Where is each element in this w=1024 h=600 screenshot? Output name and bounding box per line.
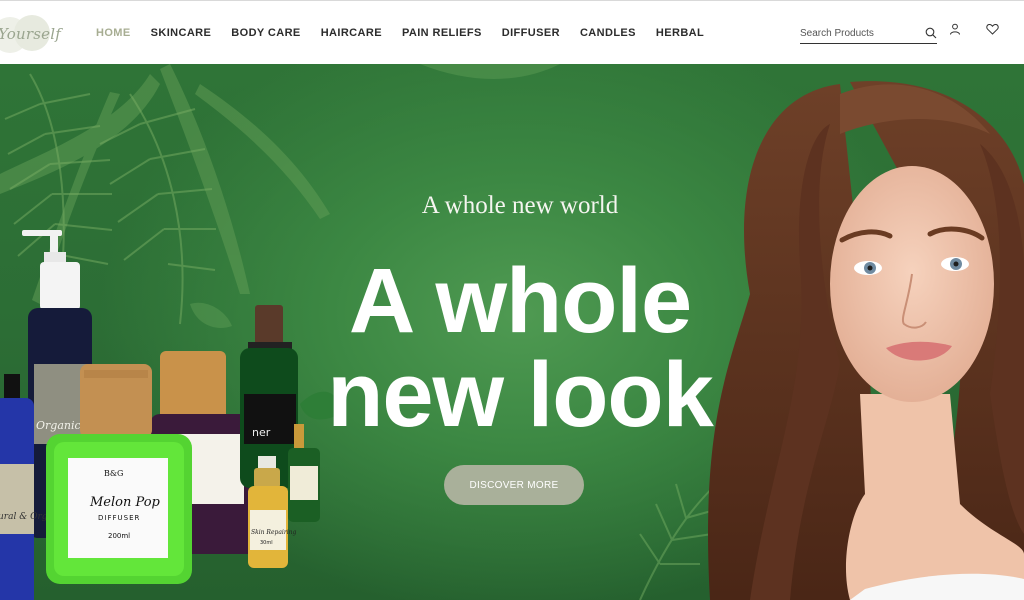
hero-title-line-1: A whole: [348, 250, 692, 352]
nav-item-body-care[interactable]: BODY CARE: [231, 27, 300, 39]
heart-icon[interactable]: [986, 23, 999, 35]
nav-item-diffuser[interactable]: DIFFUSER: [502, 27, 560, 39]
diffuser-sub: DIFFUSER: [98, 514, 140, 522]
nav-item-herbal[interactable]: HERBAL: [656, 27, 704, 39]
model-portrait: [708, 81, 1024, 600]
nav-item-skincare[interactable]: SKINCARE: [151, 27, 212, 39]
serum-label: Skin Repairing: [251, 529, 296, 536]
hero-subtitle: A whole new world: [421, 192, 619, 219]
search-input[interactable]: [800, 25, 918, 41]
logo-text: Yourself: [0, 25, 61, 43]
product-display: Organic S ural & Organ ner B&G Melon Pop…: [0, 230, 340, 600]
blue-bottle: [0, 374, 34, 600]
main-nav: HOME SKINCARE BODY CARE HAIRCARE PAIN RE…: [96, 1, 724, 65]
diffuser-size: 200ml: [108, 532, 130, 540]
hero-title-line-2: new look: [327, 344, 714, 446]
search-icon[interactable]: [925, 27, 937, 39]
discover-more-button[interactable]: DISCOVER MORE: [444, 465, 584, 505]
nav-item-candles[interactable]: CANDLES: [580, 27, 636, 39]
hero-banner: Organic S ural & Organ ner B&G Melon Pop…: [0, 64, 1024, 600]
hero-title: A whole new look: [300, 254, 740, 442]
diffuser-label: Melon Pop: [89, 495, 161, 510]
svg-text:ner: ner: [252, 426, 271, 439]
nav-item-home[interactable]: HOME: [96, 27, 131, 39]
search-box: [800, 23, 937, 44]
brand-mark: B&G: [104, 469, 123, 478]
site-logo[interactable]: Yourself: [0, 15, 61, 53]
nav-item-haircare[interactable]: HAIRCARE: [321, 27, 382, 39]
nav-item-pain-reliefs[interactable]: PAIN RELIEFS: [402, 27, 482, 39]
serum-size: 30ml: [260, 540, 273, 546]
site-header: Yourself HOME SKINCARE BODY CARE HAIRCAR…: [0, 0, 1024, 64]
user-icon[interactable]: [949, 23, 961, 35]
